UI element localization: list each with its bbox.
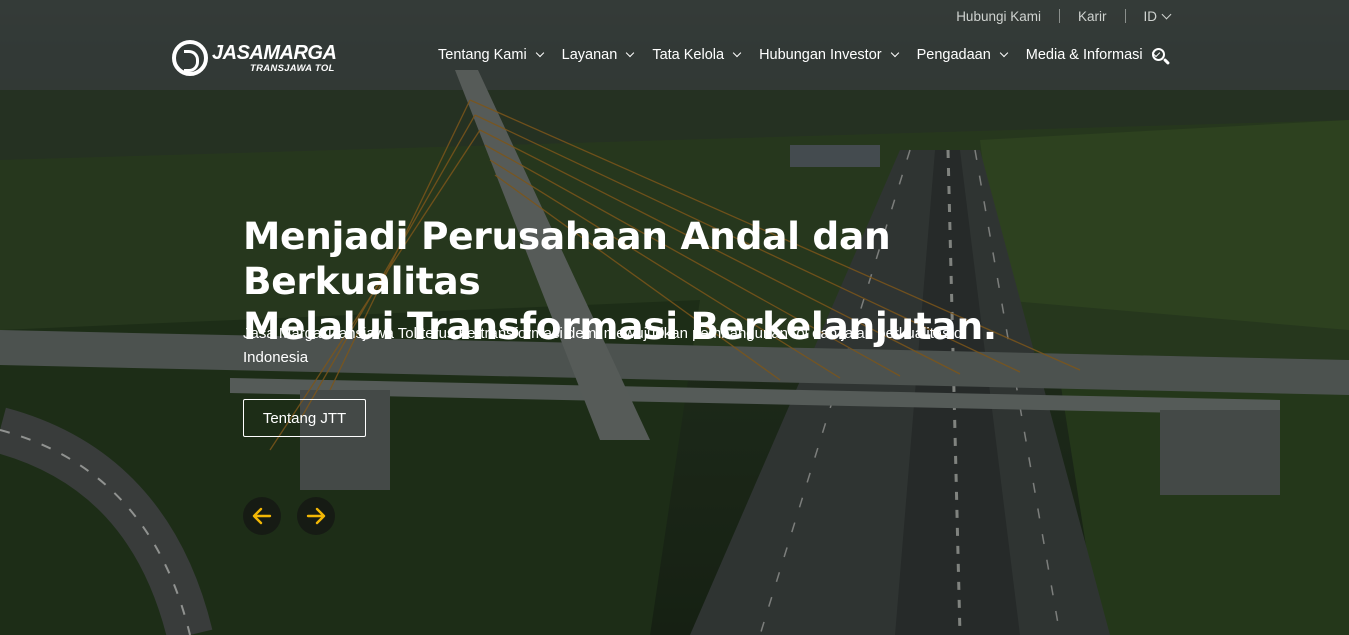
nav-item-hubungan-investor[interactable]: Hubungan Investor [759, 47, 899, 63]
logo-sub-text: TRANSJAWA TOL [250, 62, 335, 74]
chevron-down-icon [890, 48, 899, 58]
search-button[interactable] [1151, 47, 1171, 67]
chevron-down-icon [999, 48, 1009, 58]
utility-divider [1124, 9, 1126, 23]
nav-item-layanan[interactable]: Layanan [561, 47, 635, 63]
contact-link[interactable]: Hubungi Kami [956, 9, 1041, 24]
hero-title-line-1: Menjadi Perusahaan Andal dan Berkualitas [243, 214, 891, 303]
nav-item-tentang-kami[interactable]: Tentang Kami [438, 47, 544, 63]
career-link[interactable]: Karir [1078, 9, 1107, 24]
search-icon-handle [1162, 57, 1171, 66]
language-selector[interactable]: ID [1143, 8, 1172, 24]
nav-item-label: Media & Informasi [1025, 47, 1143, 63]
chevron-down-icon [535, 48, 544, 58]
language-label: ID [1143, 8, 1158, 24]
chevron-down-icon [1161, 9, 1172, 19]
nav-item-label: Tata Kelola [652, 47, 725, 63]
jasamarga-logo[interactable]: JASAMARGA TRANSJAWA TOL [172, 40, 337, 76]
nav-item-label: Hubungan Investor [759, 47, 882, 63]
utility-divider [1058, 9, 1060, 23]
utility-bar: Hubungi Kami Karir ID [956, 0, 1172, 32]
arrow-left-icon [252, 507, 272, 525]
nav-item-label: Layanan [561, 47, 618, 63]
nav-item-tata-kelola[interactable]: Tata Kelola [652, 47, 742, 63]
tentang-jtt-button[interactable]: Tentang JTT [243, 399, 366, 437]
slider-prev-button[interactable] [243, 497, 281, 535]
arrow-right-icon [306, 507, 326, 525]
slider-next-button[interactable] [297, 497, 335, 535]
nav-item-media-informasi[interactable]: Media & Informasi [1025, 47, 1160, 63]
hero-description: Jasa Marga Transjawa Tol terus bertransf… [243, 325, 966, 366]
main-navigation: Tentang Kami Layanan Tata Kelola Hubunga… [438, 43, 1178, 67]
nav-item-pengadaan[interactable]: Pengadaan [916, 47, 1009, 63]
nav-item-label: Tentang Kami [438, 47, 527, 63]
chevron-down-icon [626, 48, 635, 58]
logo-mark-icon [172, 40, 208, 76]
chevron-down-icon [732, 48, 742, 58]
logo-wordmark: JASAMARGA TRANSJAWA TOL [212, 41, 337, 74]
logo-brand-text: JASAMARGA [212, 41, 337, 64]
nav-item-label: Pengadaan [916, 47, 991, 63]
